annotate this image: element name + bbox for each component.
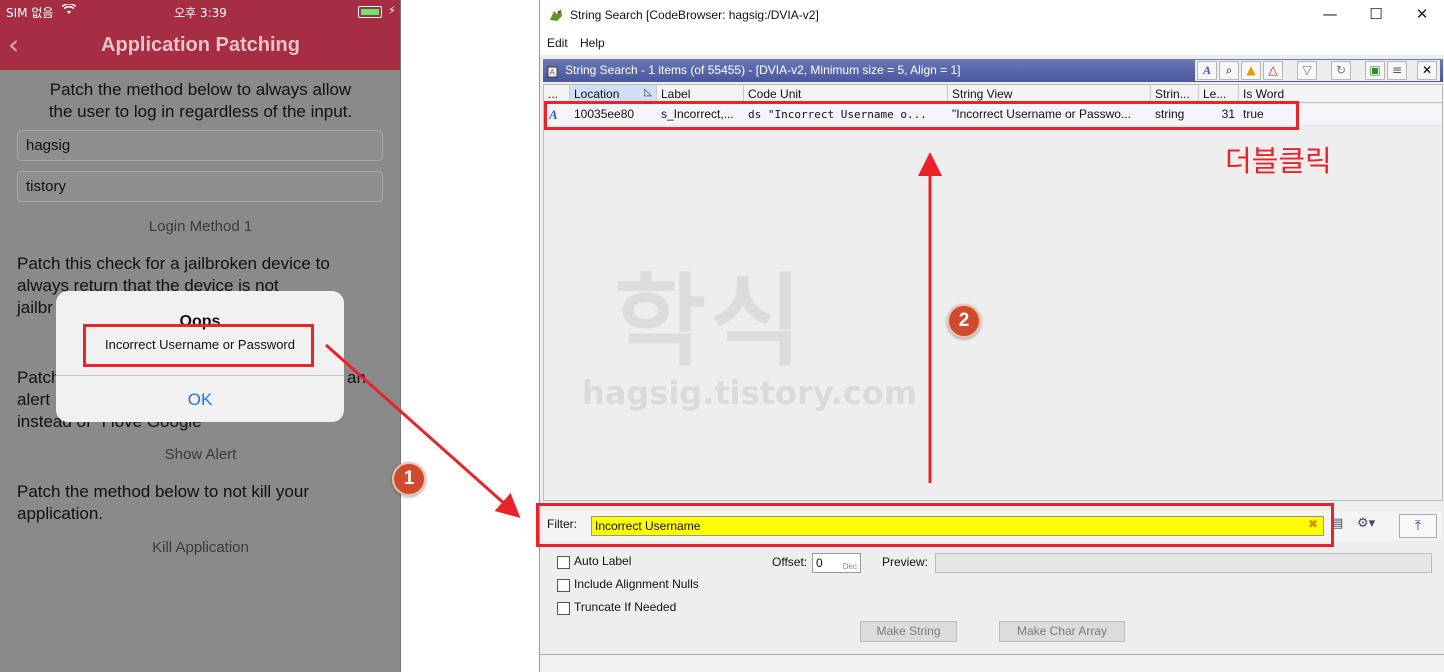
- maximize-button[interactable]: ☐: [1364, 5, 1388, 25]
- instruction-line: Patch the method below to always allow: [49, 80, 352, 99]
- alert-ok-button[interactable]: OK: [56, 390, 344, 410]
- instruction-line: application.: [17, 504, 104, 523]
- truncate-if-needed-checkbox[interactable]: [557, 602, 570, 615]
- filter-icon[interactable]: ▽: [1297, 61, 1317, 80]
- sort-ascending-icon: ◺: [644, 87, 652, 98]
- make-char-array-button[interactable]: Make Char Array: [999, 621, 1125, 642]
- watermark-url: hagsig.tistory.com: [582, 374, 918, 412]
- include-alignment-nulls-checkbox[interactable]: [557, 579, 570, 592]
- status-bar: SIM 없음 오후 3:39 ⚡: [0, 0, 400, 24]
- close-icon[interactable]: ✕: [1417, 61, 1437, 80]
- watermark-title: 학식: [614, 263, 806, 380]
- instruction-line: the user to log in regardless of the inp…: [48, 102, 353, 121]
- battery-icon: [358, 6, 382, 18]
- panel-toolbar: A ⌕ ▲ △ ▽ ↻ ▣ ≡ ✕: [1195, 60, 1440, 81]
- panel-title: String Search - 1 items (of 55455) - [DV…: [565, 63, 961, 77]
- screenshot: SIM 없음 오후 3:39 ⚡ ‹ Application Patching …: [0, 0, 1444, 672]
- highlight-filter-bar: [536, 503, 1334, 547]
- error-icon[interactable]: △: [1263, 61, 1283, 80]
- offset-label: Offset:: [772, 555, 808, 569]
- include-alignment-nulls-label: Include Alignment Nulls: [574, 577, 699, 591]
- preview-label: Preview:: [882, 555, 929, 569]
- username-field[interactable]: hagsig: [17, 130, 383, 161]
- instruction-line: Patch this check for a jailbroken device…: [17, 254, 330, 273]
- auto-label-label: Auto Label: [574, 554, 632, 568]
- string-options-panel: Auto Label Include Alignment Nulls Trunc…: [540, 545, 1444, 655]
- auto-label-checkbox[interactable]: [557, 556, 570, 569]
- offset-unit: Dec: [842, 562, 857, 571]
- warning-icon[interactable]: ▲: [1241, 61, 1261, 80]
- step-marker-2: 2: [947, 304, 981, 338]
- login-method-1-button[interactable]: Login Method 1: [0, 218, 400, 235]
- password-field[interactable]: tistory: [17, 171, 383, 202]
- string-search-icon: A: [547, 64, 561, 78]
- navigation-bar: ‹ Application Patching: [0, 24, 400, 70]
- kill-application-button[interactable]: Kill Application: [0, 539, 400, 556]
- page-title: Application Patching: [101, 34, 300, 56]
- offset-input[interactable]: 0 Dec: [812, 553, 861, 573]
- refresh-icon[interactable]: ↻: [1331, 61, 1351, 80]
- search-icon[interactable]: ⌕: [1219, 61, 1239, 80]
- double-click-note: 더블클릭: [1225, 144, 1332, 178]
- show-alert-button[interactable]: Show Alert: [0, 446, 400, 463]
- preview-field: [935, 553, 1432, 573]
- highlight-alert-message: [83, 324, 314, 367]
- window-title: String Search [CodeBrowser: hagsig:/DVIA…: [570, 8, 819, 22]
- ghidra-dragon-icon: [548, 7, 564, 23]
- minimize-button[interactable]: —: [1318, 5, 1342, 25]
- filter-settings-icon[interactable]: ⚙▾: [1357, 516, 1375, 531]
- instruction-login: Patch the method below to always allow t…: [0, 79, 400, 123]
- columns-icon[interactable]: ≡: [1387, 61, 1407, 80]
- instruction-kill: Patch the method below to not kill your …: [17, 481, 397, 525]
- charging-icon: ⚡: [388, 4, 396, 17]
- instruction-line-tail: an: [347, 368, 366, 387]
- offset-value: 0: [816, 556, 823, 570]
- scroll-to-top-icon[interactable]: ⤒: [1399, 514, 1437, 538]
- close-window-button[interactable]: ✕: [1410, 5, 1434, 25]
- menu-bar: Edit Help: [540, 31, 1444, 55]
- select-icon[interactable]: ▣: [1365, 61, 1385, 80]
- svg-text:A: A: [550, 68, 556, 77]
- clock: 오후 3:39: [174, 6, 227, 20]
- step-marker-1: 1: [392, 462, 426, 496]
- defined-string-icon[interactable]: A: [1197, 61, 1217, 80]
- make-string-button[interactable]: Make String: [860, 621, 957, 642]
- highlight-result-row: [544, 101, 1299, 130]
- column-header-label: Location: [574, 87, 620, 101]
- menu-edit[interactable]: Edit: [547, 36, 568, 50]
- status-strip: [540, 654, 1444, 672]
- alert-divider: [56, 375, 344, 376]
- menu-help[interactable]: Help: [580, 36, 605, 50]
- window-titlebar: String Search [CodeBrowser: hagsig:/DVIA…: [540, 0, 1444, 31]
- truncate-if-needed-label: Truncate If Needed: [574, 600, 677, 614]
- instruction-line: Patch the method below to not kill your: [17, 482, 309, 501]
